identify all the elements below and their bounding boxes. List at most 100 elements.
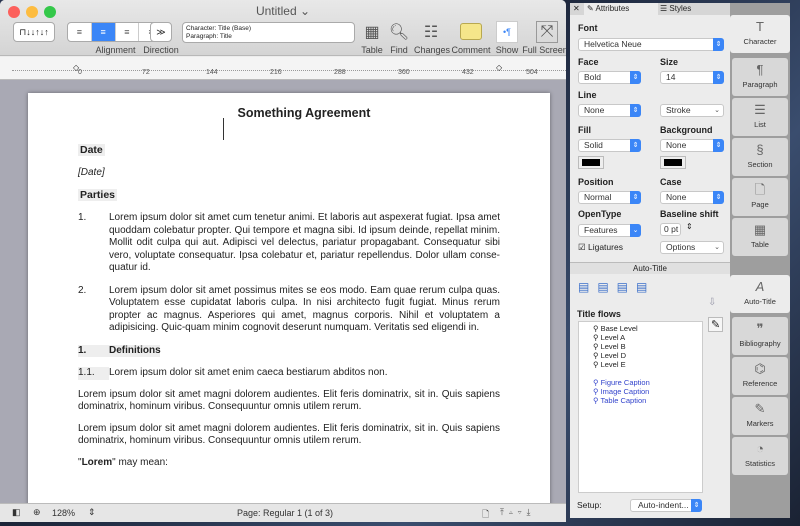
page-navigation[interactable]: ⤒▵▿⤓ bbox=[500, 507, 536, 518]
bibliography-icon: ❞ bbox=[756, 321, 764, 336]
tab-statistics[interactable]: ◔ Statistics bbox=[732, 437, 788, 475]
section-heading[interactable]: 1. Definitions bbox=[78, 344, 161, 357]
opentype-select[interactable]: Features ⌄ bbox=[578, 224, 641, 237]
zoom-icon[interactable]: ⊕ bbox=[33, 507, 41, 518]
tab-styles[interactable]: ☰ Styles bbox=[660, 3, 691, 15]
title-flows-label: Title flows bbox=[577, 309, 621, 319]
indent-marker[interactable]: ◇ bbox=[73, 63, 79, 72]
caption-item[interactable]: ⚲ Image Caption bbox=[579, 387, 702, 396]
setup-select[interactable]: Auto-indent... ⇕ bbox=[630, 499, 702, 512]
right-margin-marker[interactable]: ◇ bbox=[496, 63, 502, 72]
date-heading[interactable]: Date bbox=[78, 143, 105, 156]
edit-pencil-icon[interactable]: ✎ bbox=[708, 317, 724, 332]
sidebar-toggle-icon[interactable]: ◧ bbox=[12, 507, 21, 518]
list-item[interactable]: 1. Lorem ipsum dolor sit amet cum tenetur… bbox=[78, 212, 500, 275]
line-label: Line bbox=[578, 90, 597, 100]
date-value[interactable]: [Date] bbox=[78, 167, 500, 180]
flow-label: Level E bbox=[600, 360, 626, 369]
list-item[interactable]: 2. Lorem ipsum dolor sit amet possimus mi… bbox=[78, 285, 500, 335]
table-icon[interactable]: ▦ bbox=[361, 21, 383, 43]
align-left-button[interactable]: ≡ bbox=[68, 23, 92, 41]
background-label: Background bbox=[660, 125, 713, 135]
page[interactable]: Something Agreement Date [Date] Parties … bbox=[28, 93, 550, 513]
find-icon[interactable]: 🔍︎ bbox=[388, 21, 410, 43]
face-select[interactable]: Bold ⇕ bbox=[578, 71, 641, 84]
case-label: Case bbox=[660, 177, 682, 187]
flow-item[interactable]: ⚲ Level B bbox=[579, 342, 702, 351]
select-value: Bold bbox=[584, 72, 602, 82]
size-label: Size bbox=[660, 57, 679, 67]
ruler-tick: 216 bbox=[270, 69, 282, 76]
paragraph[interactable]: "Lorem" may mean: bbox=[78, 457, 500, 470]
insert-flow-icon[interactable]: ⇩ bbox=[708, 297, 716, 308]
autotitle-header: Auto-Title bbox=[570, 262, 730, 274]
tab-label: Attributes bbox=[595, 4, 630, 13]
size-select[interactable]: 14 ⇕ bbox=[660, 71, 724, 84]
flow-item[interactable]: ⚲ Base Level bbox=[579, 324, 702, 333]
tab-stops-control[interactable]: ⊓↓↓↑↓↑ bbox=[13, 22, 55, 42]
page-icon[interactable]: 🗋 bbox=[482, 507, 489, 522]
zoom-level[interactable]: 128% bbox=[52, 508, 75, 518]
baseline-field[interactable]: 0 pt bbox=[660, 223, 681, 236]
tab-section[interactable]: § Section bbox=[732, 138, 788, 176]
tab-page[interactable]: 🗋 Page bbox=[732, 178, 788, 216]
fill-select[interactable]: Solid ⇕ bbox=[578, 139, 641, 152]
comment-label: Comment bbox=[451, 45, 491, 55]
close-icon[interactable]: ✕ bbox=[573, 3, 580, 15]
tab-list[interactable]: ☰ List bbox=[732, 98, 788, 136]
style-info-box[interactable]: Character: Title (Base) Paragraph: Title bbox=[182, 22, 355, 43]
toolbar: Untitled ⌄ ⊓↓↓↑↓↑ ≡ ≡ ≡ ≡ Alignment ≫ Di… bbox=[0, 0, 566, 56]
case-select[interactable]: None ⇕ bbox=[660, 191, 724, 204]
parties-heading[interactable]: Parties bbox=[78, 188, 118, 201]
show-icon[interactable]: •¶ bbox=[496, 21, 518, 43]
fill-color-well[interactable] bbox=[578, 156, 604, 169]
caption-item[interactable]: ⚲ Figure Caption bbox=[579, 378, 702, 387]
zoom-stepper[interactable]: ⇕ bbox=[88, 507, 96, 518]
tab-label: List bbox=[754, 120, 766, 129]
tab-markers[interactable]: ✎ Markers bbox=[732, 397, 788, 435]
list-text: Lorem ipsum dolor sit amet cum tenetur a… bbox=[109, 212, 500, 273]
align-right-button[interactable]: ≡ bbox=[116, 23, 140, 41]
field-value: 0 pt bbox=[664, 224, 679, 234]
options-select[interactable]: Options ⌄ bbox=[660, 241, 724, 254]
window-title[interactable]: Untitled ⌄ bbox=[0, 4, 566, 18]
tab-attributes[interactable]: ✎ Attributes bbox=[584, 3, 658, 15]
autotitle-toolbar[interactable]: ▤▤▤▤ bbox=[578, 280, 655, 294]
flow-item[interactable]: ⚲ Level A bbox=[579, 333, 702, 342]
ligatures-checkbox[interactable]: ☑ Ligatures bbox=[578, 242, 623, 253]
baseline-stepper[interactable]: ⇕ bbox=[686, 222, 693, 231]
paragraph[interactable]: Lorem ipsum dolor sit amet magni dolorem… bbox=[78, 423, 500, 448]
flow-item[interactable]: ⚲ Level E bbox=[579, 360, 702, 369]
tab-reference[interactable]: ⌬ Reference bbox=[732, 357, 788, 395]
comment-icon[interactable] bbox=[460, 23, 482, 40]
paragraph[interactable]: Lorem ipsum dolor sit amet magni dolorem… bbox=[78, 389, 500, 414]
tab-auto-title[interactable]: A Auto-Title bbox=[730, 275, 790, 313]
background-select[interactable]: None ⇕ bbox=[660, 139, 724, 152]
caption-item[interactable]: ⚲ Table Caption bbox=[579, 396, 702, 405]
line-select[interactable]: None ⇕ bbox=[578, 104, 641, 117]
position-select[interactable]: Normal ⇕ bbox=[578, 191, 641, 204]
flow-label: Level D bbox=[600, 351, 627, 360]
list-text: Lorem ipsum dolor sit amet possimus mite… bbox=[109, 284, 500, 334]
subsection[interactable]: 1.1. Lorem ipsum dolor sit amet enim caec… bbox=[78, 367, 500, 380]
background-color-well[interactable] bbox=[660, 156, 686, 169]
fill-label: Fill bbox=[578, 125, 591, 135]
title-flows-list[interactable]: ⚲ Base Level ⚲ Level A ⚲ Level B ⚲ Level… bbox=[578, 321, 703, 493]
tab-table[interactable]: ▦ Table bbox=[732, 218, 788, 256]
inspector-tabs: ✕ ✎ Attributes ☰ Styles bbox=[570, 3, 730, 15]
show-label: Show bbox=[495, 45, 519, 55]
align-center-button[interactable]: ≡ bbox=[91, 23, 116, 41]
direction-button[interactable]: ≫ bbox=[150, 22, 172, 42]
fullscreen-icon[interactable]: ⤧ bbox=[536, 21, 558, 43]
tab-bibliography[interactable]: ❞ Bibliography bbox=[732, 317, 788, 355]
stroke-select[interactable]: Stroke ⌄ bbox=[660, 104, 724, 117]
changes-icon[interactable]: ☷ bbox=[420, 21, 442, 43]
tab-label: Page bbox=[751, 200, 769, 209]
font-select[interactable]: Helvetica Neue ⇕ bbox=[578, 38, 724, 51]
tab-paragraph[interactable]: ¶ Paragraph bbox=[732, 58, 788, 96]
ruler[interactable]: 0 72 144 216 288 360 432 504 ◇ ◇ bbox=[0, 57, 566, 80]
direction-label: Direction bbox=[143, 45, 179, 55]
tab-character[interactable]: T Character bbox=[730, 15, 790, 53]
flow-label: Level B bbox=[600, 342, 626, 351]
flow-item[interactable]: ⚲ Level D bbox=[579, 351, 702, 360]
